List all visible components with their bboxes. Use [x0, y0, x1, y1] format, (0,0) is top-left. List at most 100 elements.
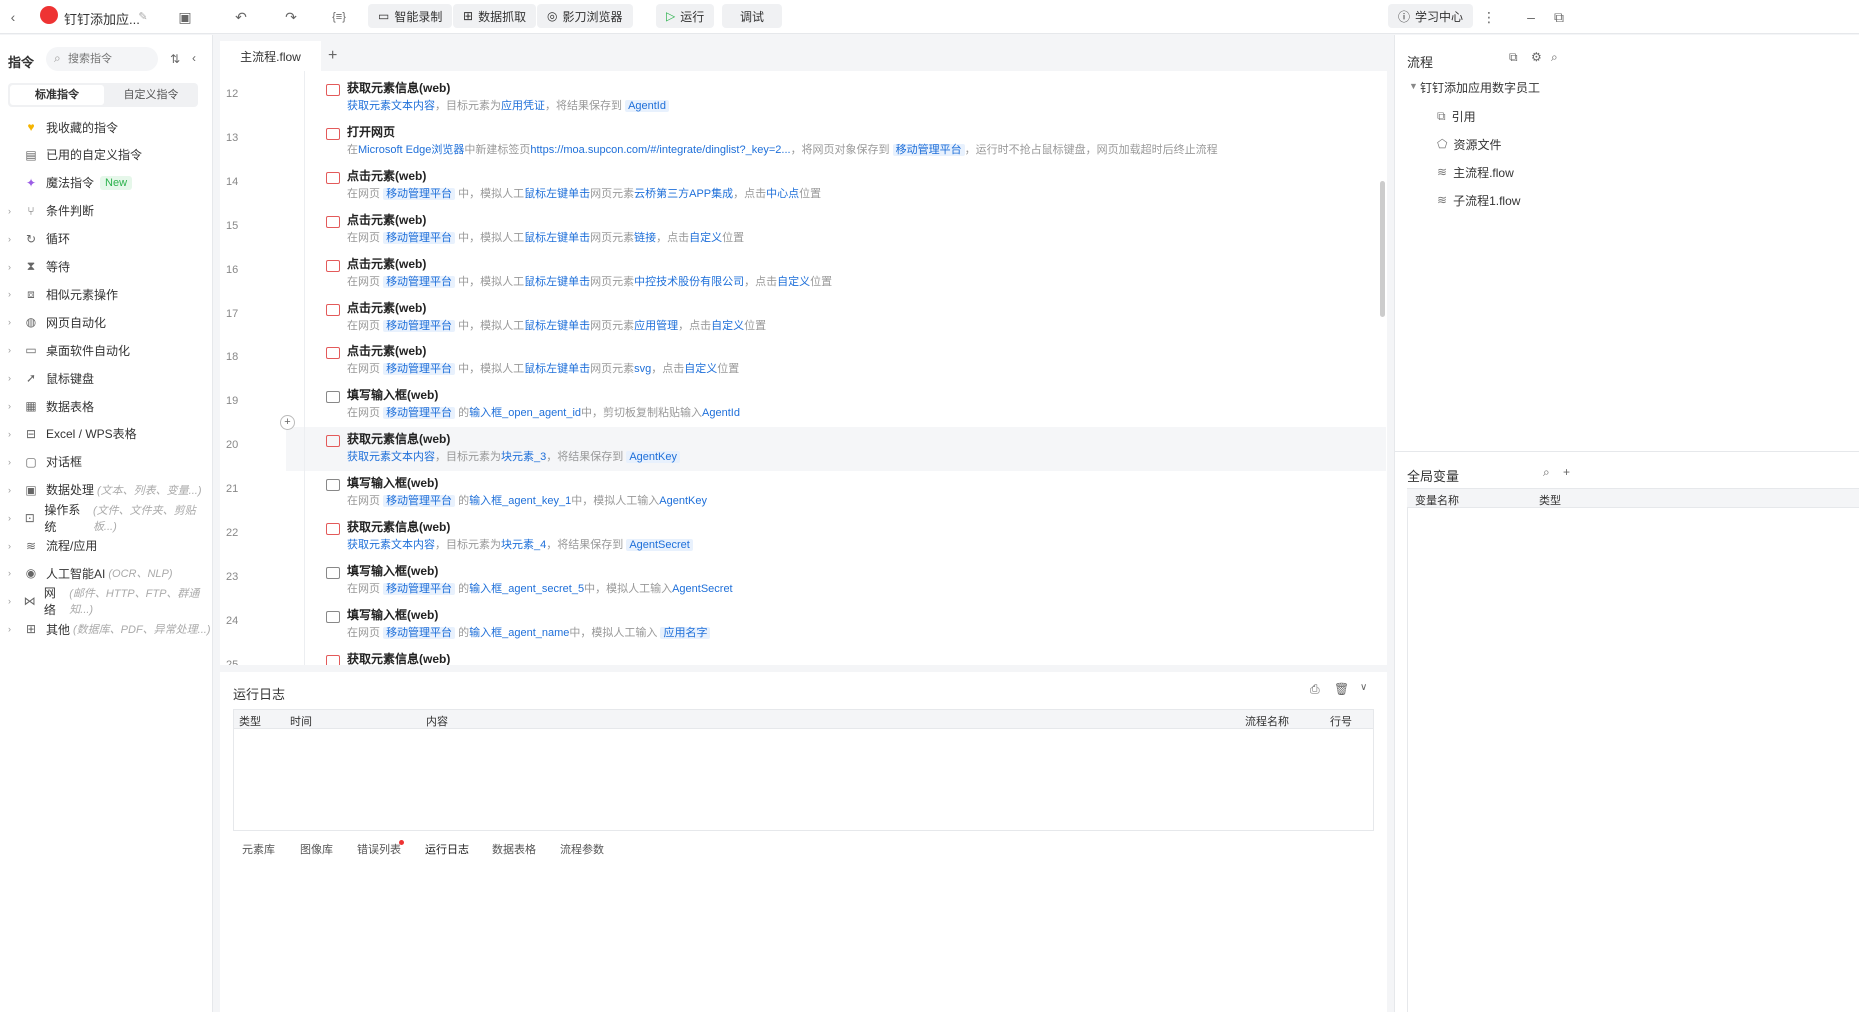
- bottom-tab-4[interactable]: 数据表格: [492, 841, 536, 857]
- command-category-4[interactable]: › ↻ 循环: [0, 225, 213, 253]
- chevron-right-icon: ›: [8, 205, 11, 216]
- command-category-0[interactable]: ♥ 我收藏的指令: [0, 113, 213, 141]
- settings-icon[interactable]: ⚙: [1531, 50, 1542, 64]
- web-element-icon: [326, 435, 340, 448]
- command-category-16[interactable]: › ◉ 人工智能AI (OCR、NLP): [0, 559, 213, 587]
- command-category-2[interactable]: ✦ 魔法指令 New: [0, 169, 213, 197]
- add-icon[interactable]: +: [1563, 465, 1570, 479]
- chevron-down-icon[interactable]: ∨: [1360, 682, 1367, 693]
- command-category-9[interactable]: › ➚ 鼠标键盘: [0, 364, 213, 392]
- flow-step-row[interactable]: 16 点击元素(web) 在网页 移动管理平台 中，模拟人工鼠标左键单击网页元素中控…: [226, 252, 1386, 296]
- tab-custom[interactable]: 自定义指令: [104, 85, 198, 105]
- add-step-icon[interactable]: +: [280, 415, 295, 430]
- undo-icon[interactable]: ↶: [232, 8, 250, 26]
- command-category-1[interactable]: ▤ 已用的自定义指令: [0, 141, 213, 169]
- command-category-14[interactable]: › ⊡ 操作系统 (文件、文件夹、剪贴板...): [0, 503, 213, 534]
- step-description: 在网页 移动管理平台 中，模拟人工鼠标左键单击网页元素svg，点击自定义位置: [347, 360, 739, 376]
- edit-icon[interactable]: ✎: [134, 8, 152, 26]
- bottom-tab-1[interactable]: 图像库: [300, 841, 333, 857]
- back-icon[interactable]: ‹: [4, 8, 22, 26]
- flow-step-row[interactable]: 19 填写输入框(web) 在网页 移动管理平台 的输入框_open_agent_i…: [226, 383, 1386, 427]
- command-tabs: 标准指令 自定义指令: [8, 83, 198, 107]
- browser-button[interactable]: ◎ 影刀浏览器: [537, 4, 633, 28]
- flow-tree-item[interactable]: ≋ 子流程1.flow: [1437, 191, 1520, 209]
- flow-step-row[interactable]: 23 填写输入框(web) 在网页 移动管理平台 的输入框_agent_secret…: [226, 559, 1386, 603]
- flow-step-row[interactable]: 21 填写输入框(web) 在网页 移动管理平台 的输入框_agent_key_1中…: [226, 471, 1386, 515]
- flow-step-row[interactable]: 24 填写输入框(web) 在网页 移动管理平台 的输入框_agent_name中，…: [226, 603, 1386, 647]
- run-button[interactable]: ▷ 运行: [656, 4, 715, 28]
- web-element-icon: [326, 347, 340, 360]
- tab-standard[interactable]: 标准指令: [10, 85, 104, 105]
- col-content: 内容: [426, 716, 448, 728]
- command-search-box[interactable]: ⌕: [46, 47, 158, 71]
- command-category-3[interactable]: › ⑂ 条件判断: [0, 197, 213, 225]
- collapse-icon[interactable]: ‹: [192, 51, 196, 65]
- bottom-tab-0[interactable]: 元素库: [242, 841, 275, 857]
- command-category-7[interactable]: › ◍ 网页自动化: [0, 308, 213, 336]
- command-category-11[interactable]: › ⊟ Excel / WPS表格: [0, 420, 213, 448]
- tab-main-flow[interactable]: 主流程.flow: [220, 41, 321, 71]
- smart-record-button[interactable]: ▭ 智能录制: [368, 4, 453, 28]
- browser-label: 影刀浏览器: [562, 9, 623, 24]
- command-category-15[interactable]: › ≋ 流程/应用: [0, 532, 213, 560]
- command-category-13[interactable]: › ▣ 数据处理 (文本、列表、变量...): [0, 476, 213, 504]
- flow-step-row[interactable]: 20 获取元素信息(web) 获取元素文本内容，目标元素为块元素_3，将结果保存到 …: [226, 427, 1386, 472]
- flow-tree-item[interactable]: ⧉ 引用: [1437, 107, 1476, 125]
- flow-step-row[interactable]: 13 打开网页 在Microsoft Edge浏览器中新建标签页https://mo…: [226, 120, 1386, 164]
- add-subflow-icon[interactable]: ⧉: [1509, 50, 1518, 65]
- flow-step-row[interactable]: 22 获取元素信息(web) 获取元素文本内容，目标元素为块元素_4，将结果保存到 …: [226, 515, 1386, 559]
- sort-icon[interactable]: ⇅: [170, 52, 180, 66]
- step-description: 在网页 移动管理平台 中，模拟人工鼠标左键单击网页元素云桥第三方APP集成，点击…: [347, 185, 821, 201]
- command-category-10[interactable]: › ▦ 数据表格: [0, 392, 213, 420]
- flow-step-row[interactable]: 12 获取元素信息(web) 获取元素文本内容，目标元素为应用凭证，将结果保存到 A…: [226, 76, 1386, 120]
- minimize-icon[interactable]: –: [1522, 8, 1540, 26]
- command-category-18[interactable]: › ⊞ 其他 (数据库、PDF、异常处理...): [0, 615, 213, 643]
- learning-center-button[interactable]: ⓘ 学习中心: [1388, 4, 1474, 28]
- flow-step-row[interactable]: 25 获取元素信息(web): [226, 647, 1386, 665]
- browser-icon: ◎: [547, 9, 558, 23]
- step-description: 在网页 移动管理平台 的输入框_open_agent_id中，剪切板复制粘贴输入…: [347, 404, 740, 420]
- bottom-tab-2[interactable]: 错误列表: [357, 841, 401, 857]
- flow-tree-item[interactable]: ≋ 主流程.flow: [1437, 163, 1514, 181]
- input-field-icon: [326, 566, 340, 579]
- flow-step-row[interactable]: 17 点击元素(web) 在网页 移动管理平台 中，模拟人工鼠标左键单击网页元素应用…: [226, 296, 1386, 340]
- search-icon[interactable]: ⌕: [1543, 465, 1550, 480]
- command-category-5[interactable]: › ⧗ 等待: [0, 253, 213, 281]
- search-icon[interactable]: ⌕: [1551, 50, 1558, 65]
- chevron-right-icon: ›: [8, 317, 11, 328]
- step-title: 获取元素信息(web): [347, 651, 451, 665]
- command-category-8[interactable]: › ▭ 桌面软件自动化: [0, 336, 213, 364]
- step-text: 在网页: [347, 231, 384, 244]
- line-number: 17: [226, 307, 239, 320]
- step-param: 鼠标左键单击: [524, 363, 591, 376]
- trash-icon[interactable]: 🗑: [1334, 682, 1349, 696]
- export-icon[interactable]: ⎙: [1310, 682, 1320, 697]
- add-tab-icon[interactable]: +: [328, 47, 337, 65]
- command-category-hint: (文本、列表、变量...): [97, 484, 202, 497]
- editor-scrollbar[interactable]: [1380, 181, 1385, 317]
- command-category-6[interactable]: › ⧈ 相似元素操作: [0, 280, 213, 308]
- command-category-17[interactable]: › ⋈ 网络 (邮件、HTTP、FTP、群通知...): [0, 586, 213, 617]
- flow-step-row[interactable]: 14 点击元素(web) 在网页 移动管理平台 中，模拟人工鼠标左键单击网页元素云桥…: [226, 164, 1386, 208]
- debug-button[interactable]: 调试: [722, 4, 783, 28]
- app-title[interactable]: 钉钉添加应...: [64, 9, 140, 28]
- save-icon[interactable]: ▣: [176, 8, 194, 26]
- col-type: 类型: [239, 716, 261, 728]
- chevron-right-icon: ›: [8, 345, 11, 356]
- command-category-12[interactable]: › ▢ 对话框: [0, 448, 213, 476]
- step-text: ，目标元素为: [435, 451, 501, 464]
- flow-tree-item[interactable]: ⬠ 资源文件: [1437, 135, 1501, 153]
- variable-icon[interactable]: {≡}: [330, 8, 348, 26]
- flow-tree-label: 主流程.flow: [1453, 165, 1514, 180]
- flow-step-row[interactable]: 18 点击元素(web) 在网页 移动管理平台 中，模拟人工鼠标左键单击网页元素sv…: [226, 339, 1386, 383]
- chevron-down-icon[interactable]: ▼: [1409, 81, 1418, 91]
- data-capture-button[interactable]: ⊞ 数据抓取: [453, 4, 537, 28]
- more-icon[interactable]: ⋮: [1480, 8, 1498, 26]
- command-search-input[interactable]: [68, 50, 152, 68]
- bottom-tab-5[interactable]: 流程参数: [560, 841, 604, 857]
- flow-tree-root[interactable]: 钉钉添加应用数字员工: [1420, 79, 1540, 96]
- bottom-tab-3[interactable]: 运行日志: [425, 841, 469, 857]
- flow-step-row[interactable]: 15 点击元素(web) 在网页 移动管理平台 中，模拟人工鼠标左键单击网页元素链接…: [226, 208, 1386, 252]
- restore-icon[interactable]: ⧉: [1550, 8, 1568, 26]
- redo-icon[interactable]: ↷: [282, 8, 300, 26]
